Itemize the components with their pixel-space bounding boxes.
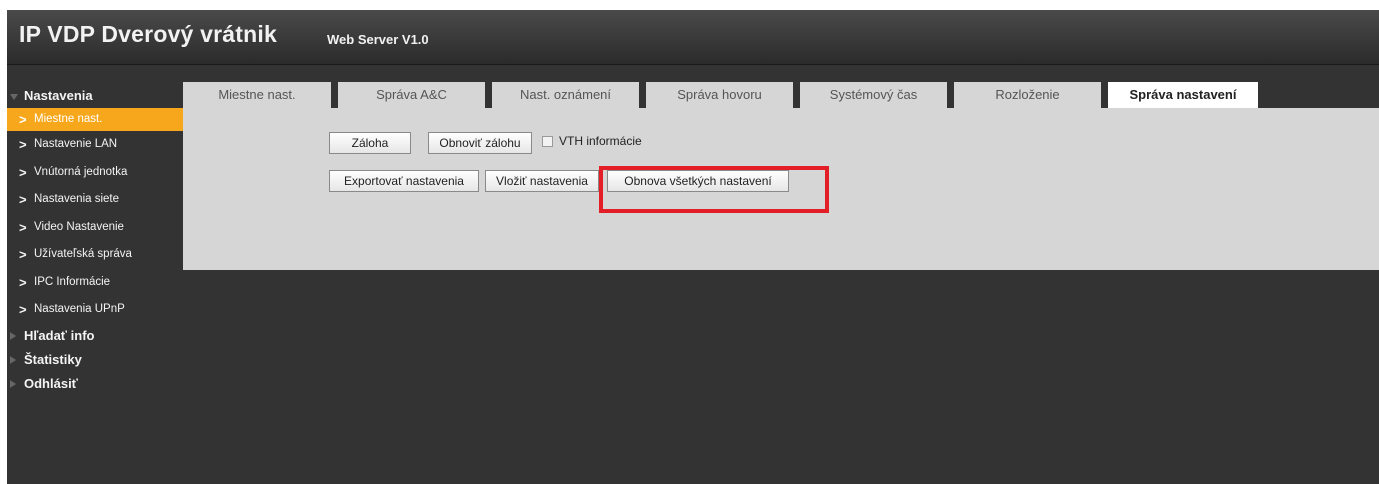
chevron-right-icon: >	[19, 137, 27, 152]
export-settings-button[interactable]: Exportovať nastavenia	[329, 170, 479, 192]
vth-info-label: VTH informácie	[559, 134, 642, 148]
tab-access-control[interactable]: Správa A&C	[338, 82, 485, 108]
tab-local-settings[interactable]: Miestne nast.	[183, 82, 331, 108]
collapsed-triangle-icon	[10, 355, 16, 364]
tab-settings-management[interactable]: Správa nastavení	[1108, 82, 1258, 110]
tab-notification-settings[interactable]: Nast. oznámení	[492, 82, 639, 108]
collapsed-triangle-icon	[10, 331, 16, 340]
app-frame: IP VDP Dverový vrátnik Web Server V1.0 N…	[7, 10, 1379, 484]
sidebar-item-user-management[interactable]: > Užívateľská správa	[7, 241, 183, 269]
sidebar-section-label: Štatistiky	[24, 351, 82, 367]
restore-backup-button[interactable]: Obnoviť zálohu	[428, 132, 532, 154]
sidebar-section-label: Odhlásiť	[24, 375, 78, 391]
backup-button[interactable]: Záloha	[329, 132, 411, 154]
vth-info-checkbox[interactable]	[542, 136, 553, 147]
collapsed-triangle-icon	[10, 379, 16, 388]
chevron-right-icon: >	[19, 164, 27, 180]
sidebar-section-settings[interactable]: Nastavenia	[7, 84, 183, 108]
sidebar-section-search-info[interactable]: Hľadať info	[7, 324, 183, 348]
sidebar-item-upnp-settings[interactable]: > Nastavenia UPnP	[7, 296, 183, 324]
sidebar-section-label: Nastavenia	[24, 88, 93, 103]
import-settings-button[interactable]: Vložiť nastavenia	[485, 170, 599, 192]
chevron-right-icon: >	[19, 274, 27, 290]
chevron-right-icon: >	[19, 192, 27, 207]
chevron-right-icon: >	[19, 219, 27, 235]
sidebar-item-lan-settings[interactable]: > Nastavenie LAN	[7, 131, 183, 159]
sidebar-item-label: IPC Informácie	[34, 275, 111, 288]
chevron-right-icon: >	[19, 302, 27, 317]
sidebar-item-local-settings[interactable]: > Miestne nast.	[7, 108, 183, 131]
sidebar-item-label: Nastavenia UPnP	[34, 303, 125, 315]
tab-system-time[interactable]: Systémový čas	[800, 82, 947, 108]
sidebar-section-label: Hľadať info	[24, 327, 95, 343]
sidebar: Nastavenia > Miestne nast. > Nastavenie …	[7, 84, 183, 396]
tab-layout[interactable]: Rozloženie	[954, 82, 1101, 108]
expanded-triangle-icon	[10, 94, 18, 100]
tab-bar: Miestne nast. Správa A&C Nast. oznámení …	[183, 82, 1379, 110]
sidebar-item-label: Miestne nast.	[34, 113, 103, 125]
highlight-annotation-box	[599, 166, 829, 213]
sidebar-item-label: Užívateľská správa	[34, 248, 132, 260]
sidebar-item-label: Video Nastavenie	[34, 220, 124, 233]
sidebar-item-label: Nastavenia siete	[34, 193, 120, 205]
app-version: Web Server V1.0	[327, 32, 429, 47]
sidebar-item-indoor-unit[interactable]: > Vnútorná jednotka	[7, 159, 183, 187]
sidebar-item-label: Vnútorná jednotka	[34, 165, 128, 178]
chevron-right-icon: >	[19, 247, 27, 262]
sidebar-section-statistics[interactable]: Štatistiky	[7, 348, 183, 372]
header-bar: IP VDP Dverový vrátnik Web Server V1.0	[7, 10, 1379, 65]
sidebar-item-network-settings[interactable]: > Nastavenia siete	[7, 186, 183, 214]
app-title: IP VDP Dverový vrátnik	[19, 21, 277, 47]
sidebar-item-label: Nastavenie LAN	[34, 138, 118, 150]
sidebar-item-ipc-info[interactable]: > IPC Informácie	[7, 269, 183, 297]
chevron-right-icon: >	[19, 112, 27, 127]
sidebar-item-video-settings[interactable]: > Video Nastavenie	[7, 214, 183, 242]
tab-call-management[interactable]: Správa hovoru	[646, 82, 793, 108]
sidebar-section-logout[interactable]: Odhlásiť	[7, 372, 183, 396]
